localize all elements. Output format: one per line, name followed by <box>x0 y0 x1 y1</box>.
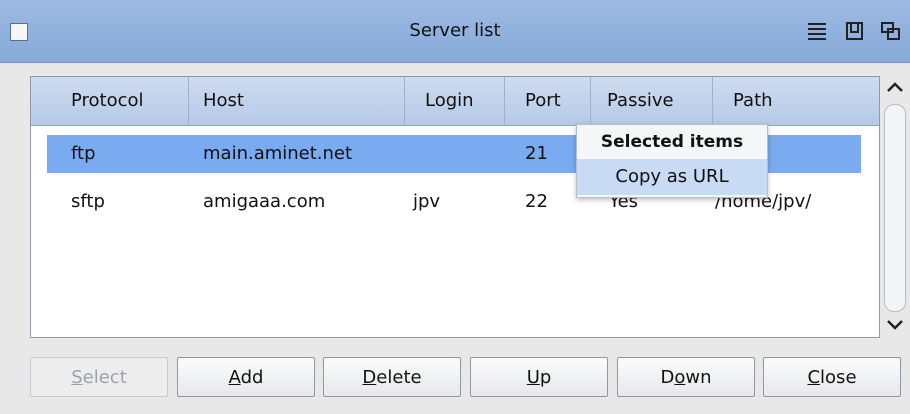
up-button[interactable]: Up <box>470 357 608 397</box>
cell-host: amigaaa.com <box>203 191 326 212</box>
close-button[interactable]: Close <box>763 357 901 397</box>
cell-protocol: ftp <box>71 143 96 164</box>
column-host[interactable]: Host <box>189 77 405 125</box>
column-passive[interactable]: Passive <box>591 77 713 125</box>
down-button[interactable]: Down <box>617 357 755 397</box>
list-header: Protocol Host Login Port Passive Path <box>31 77 879 126</box>
column-path[interactable]: Path <box>713 77 879 125</box>
cell-protocol: sftp <box>71 191 105 212</box>
select-button[interactable]: Select <box>30 357 168 397</box>
scrollbar-track[interactable] <box>884 104 906 312</box>
cell-host: main.aminet.net <box>203 143 353 164</box>
cell-login: jpv <box>413 191 441 212</box>
depth-icon[interactable] <box>880 18 902 44</box>
context-menu-header: Selected items <box>600 132 744 152</box>
add-button[interactable]: Add <box>177 357 315 397</box>
column-port[interactable]: Port <box>505 77 591 125</box>
context-menu: Selected items Copy as URL <box>576 124 768 198</box>
column-login[interactable]: Login <box>405 77 505 125</box>
menu-icon[interactable] <box>806 18 828 44</box>
cell-port: 21 <box>525 143 548 164</box>
column-protocol[interactable]: Protocol <box>31 77 189 125</box>
iconify-icon[interactable] <box>844 18 866 44</box>
vertical-scrollbar[interactable] <box>880 76 910 338</box>
menu-item-copy-as-url[interactable]: Copy as URL <box>577 159 767 195</box>
server-list[interactable]: Protocol Host Login Port Passive Path ft… <box>30 76 880 338</box>
delete-button[interactable]: Delete <box>323 357 461 397</box>
scroll-up-icon[interactable] <box>883 76 907 100</box>
window-titlebar[interactable]: Server list <box>0 0 910 63</box>
cell-port: 22 <box>525 191 548 212</box>
window-title: Server list <box>409 20 501 41</box>
scroll-down-icon[interactable] <box>883 312 907 336</box>
